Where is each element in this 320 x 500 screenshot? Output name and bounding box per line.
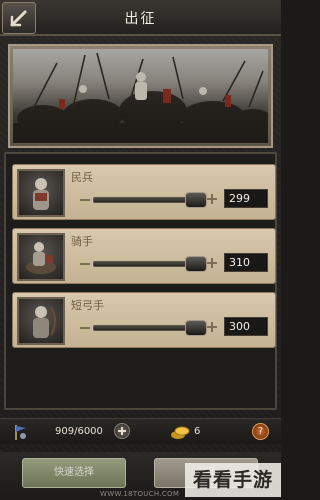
short-bowman-portrait: [17, 297, 65, 345]
troop-selection-panel: 民兵 299 骑手 310 短弓手 300: [4, 152, 277, 410]
troop-slider[interactable]: [93, 320, 208, 336]
plus-icon[interactable]: [207, 322, 217, 332]
militia-portrait: [17, 169, 65, 217]
slider-fill: [94, 198, 197, 202]
troop-count-input[interactable]: 300: [224, 317, 268, 336]
slider-handle[interactable]: [185, 256, 208, 272]
troop-count-input[interactable]: 310: [224, 253, 268, 272]
plus-icon[interactable]: [207, 194, 217, 204]
help-button[interactable]: ?: [252, 423, 269, 440]
battle-scene-image: [13, 52, 268, 143]
unit-name: 骑手: [71, 235, 93, 248]
slider-handle[interactable]: [185, 320, 208, 336]
plus-icon: [118, 427, 126, 435]
unit-card-rider: 骑手 310: [12, 228, 276, 284]
page-title: 出征: [124, 11, 157, 27]
coin-count: 6: [194, 426, 201, 437]
minus-icon[interactable]: [80, 199, 90, 201]
unit-name: 短弓手: [71, 299, 104, 312]
troop-capacity: 909/6000: [55, 426, 103, 437]
minus-icon[interactable]: [80, 263, 90, 265]
watermark-url: WWW.18TOUCH.COM: [100, 490, 180, 498]
quick-select-button[interactable]: 快速选择: [22, 458, 126, 488]
minus-icon[interactable]: [80, 327, 90, 329]
rider-portrait: [17, 233, 65, 281]
plus-icon[interactable]: [207, 258, 217, 268]
unit-name: 民兵: [71, 171, 93, 184]
battle-banner-frame: [8, 44, 273, 148]
slider-fill: [94, 326, 197, 330]
status-bar: 909/6000 6 ?: [0, 418, 281, 444]
battle-illustration: [13, 49, 268, 143]
gold-coin-icon: [171, 426, 190, 439]
unit-card-short-bowman: 短弓手 300: [12, 292, 276, 348]
watermark-logo: 看看手游网: [185, 463, 281, 497]
troop-count-input[interactable]: 299: [224, 189, 268, 208]
slider-fill: [94, 262, 197, 266]
army-banner-icon: [15, 425, 26, 440]
troop-slider[interactable]: [93, 192, 208, 208]
slider-handle[interactable]: [185, 192, 208, 208]
add-troops-button[interactable]: [114, 423, 130, 439]
header-bar: 出征: [0, 0, 281, 36]
unit-card-militia: 民兵 299: [12, 164, 276, 220]
troop-slider[interactable]: [93, 256, 208, 272]
